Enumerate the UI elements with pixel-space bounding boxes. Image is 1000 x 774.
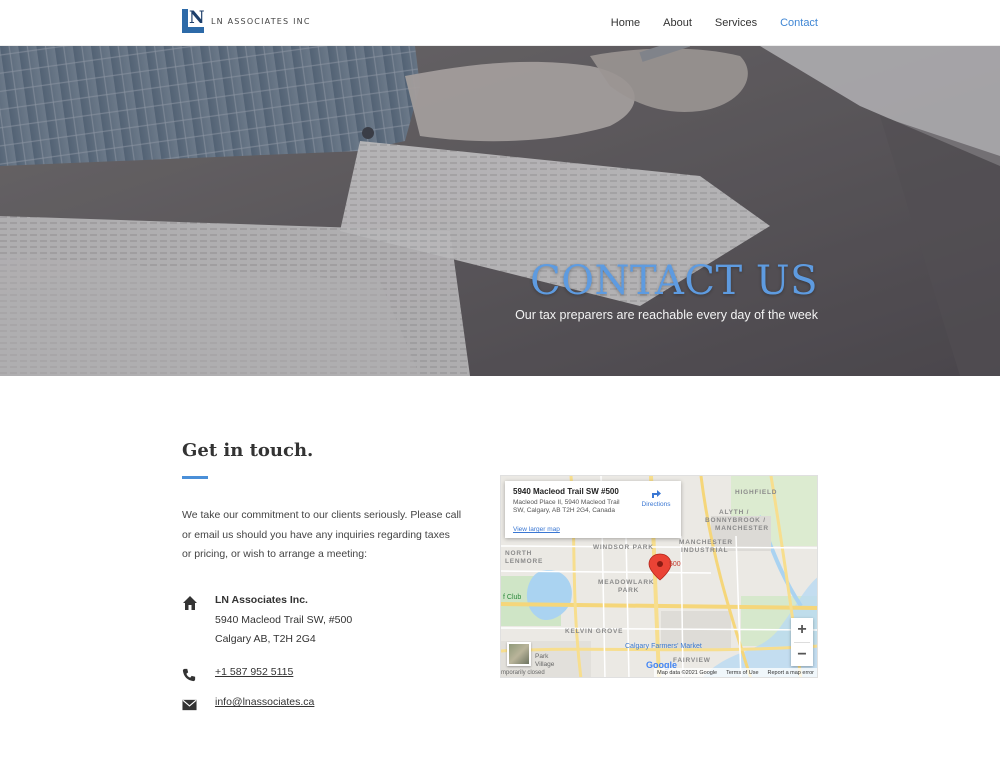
- terms-of-use-link[interactable]: Terms of Use: [726, 670, 758, 676]
- directions-label: Directions: [641, 501, 671, 508]
- hero-background-image: [0, 46, 1000, 376]
- nav-services[interactable]: Services: [715, 17, 757, 29]
- home-icon: [182, 591, 215, 650]
- zoom-out-button[interactable]: −: [791, 643, 813, 667]
- street-view-thumbnail[interactable]: [507, 642, 531, 666]
- map-label-meadowlark-2: PARK: [618, 587, 640, 594]
- phone-link[interactable]: +1 587 952 5115: [215, 666, 293, 686]
- hero-title: CONTACT US: [530, 258, 818, 304]
- google-map-embed[interactable]: HIGHFIELD ALYTH / BONNYBROOK / MANCHESTE…: [500, 475, 818, 678]
- email-row: info@lnassociates.ca: [182, 696, 314, 715]
- logo-text: LN ASSOCIATES INC: [211, 16, 311, 26]
- company-name: LN Associates Inc.: [215, 594, 308, 606]
- map-label-north: NORTH: [505, 550, 533, 557]
- map-card-address: Macleod Place II, 5940 Macleod Trail SW,…: [513, 499, 620, 514]
- directions-icon: [652, 490, 661, 498]
- hero-banner: CONTACT US Our tax preparers are reachab…: [0, 46, 1000, 376]
- map-label-village: Village: [535, 661, 555, 668]
- map-label-farmers-market: Calgary Farmers' Market: [625, 643, 702, 650]
- section-heading: Get in touch.: [182, 440, 314, 461]
- address-line-1: 5940 Macleod Trail SW, #500: [215, 613, 353, 626]
- nav-about[interactable]: About: [663, 17, 692, 29]
- email-link[interactable]: info@lnassociates.ca: [215, 696, 314, 715]
- map-label-manchester-industrial-1: MANCHESTER: [679, 539, 733, 546]
- map-info-card: 5940 Macleod Trail SW #500 Macleod Place…: [505, 481, 681, 538]
- intro-text: We take our commitment to our clients se…: [182, 509, 462, 560]
- hero-subtitle: Our tax preparers are reachable every da…: [515, 308, 818, 322]
- report-map-error-link[interactable]: Report a map error: [768, 670, 814, 676]
- map-label-bonnybrook: BONNYBROOK /: [705, 517, 766, 524]
- view-larger-map-link[interactable]: View larger map: [513, 526, 560, 533]
- map-label-lenmore: LENMORE: [505, 558, 544, 565]
- map-label-temporarily-closed: mporarily closed: [501, 670, 545, 676]
- map-label-alyth: ALYTH /: [719, 509, 750, 516]
- directions-button[interactable]: Directions: [639, 487, 673, 508]
- logo-mark: N: [182, 9, 205, 33]
- phone-row: +1 587 952 5115: [182, 666, 293, 686]
- map-label-manchester-industrial-2: INDUSTRIAL: [681, 547, 729, 554]
- map-label-meadowlark-1: MEADOWLARK: [598, 579, 655, 586]
- map-label-fairview: FAIRVIEW: [673, 657, 711, 664]
- main-nav: Home About Services Contact: [611, 0, 818, 46]
- map-data-credit: Map data ©2021 Google: [657, 669, 718, 676]
- map-label-manchester: MANCHESTER: [715, 525, 769, 532]
- address-block: LN Associates Inc. 5940 Macleod Trail SW…: [182, 591, 352, 650]
- nav-contact[interactable]: Contact: [780, 17, 818, 29]
- map-zoom-controls: + −: [791, 618, 813, 666]
- phone-icon: [182, 666, 215, 686]
- site-logo[interactable]: N LN ASSOCIATES INC: [182, 9, 311, 33]
- envelope-icon: [182, 696, 215, 715]
- map-label-kelvin-grove: KELVIN GROVE: [565, 628, 624, 635]
- map-marker-label: 500: [669, 561, 681, 568]
- map-label-windsor-park: WINDSOR PARK: [593, 544, 654, 551]
- map-label-park: Park: [535, 653, 549, 660]
- map-footer: Map data ©2021 Google Terms of Use Repor…: [654, 668, 817, 677]
- address-line-2: Calgary AB, T2H 2G4: [215, 633, 316, 645]
- nav-home[interactable]: Home: [611, 17, 640, 29]
- site-header: N LN ASSOCIATES INC Home About Services …: [0, 0, 1000, 46]
- map-label-highfield: HIGHFIELD: [735, 489, 778, 496]
- map-label-club: f Club: [503, 594, 522, 601]
- heading-underline: [182, 476, 208, 479]
- zoom-in-button[interactable]: +: [791, 618, 813, 642]
